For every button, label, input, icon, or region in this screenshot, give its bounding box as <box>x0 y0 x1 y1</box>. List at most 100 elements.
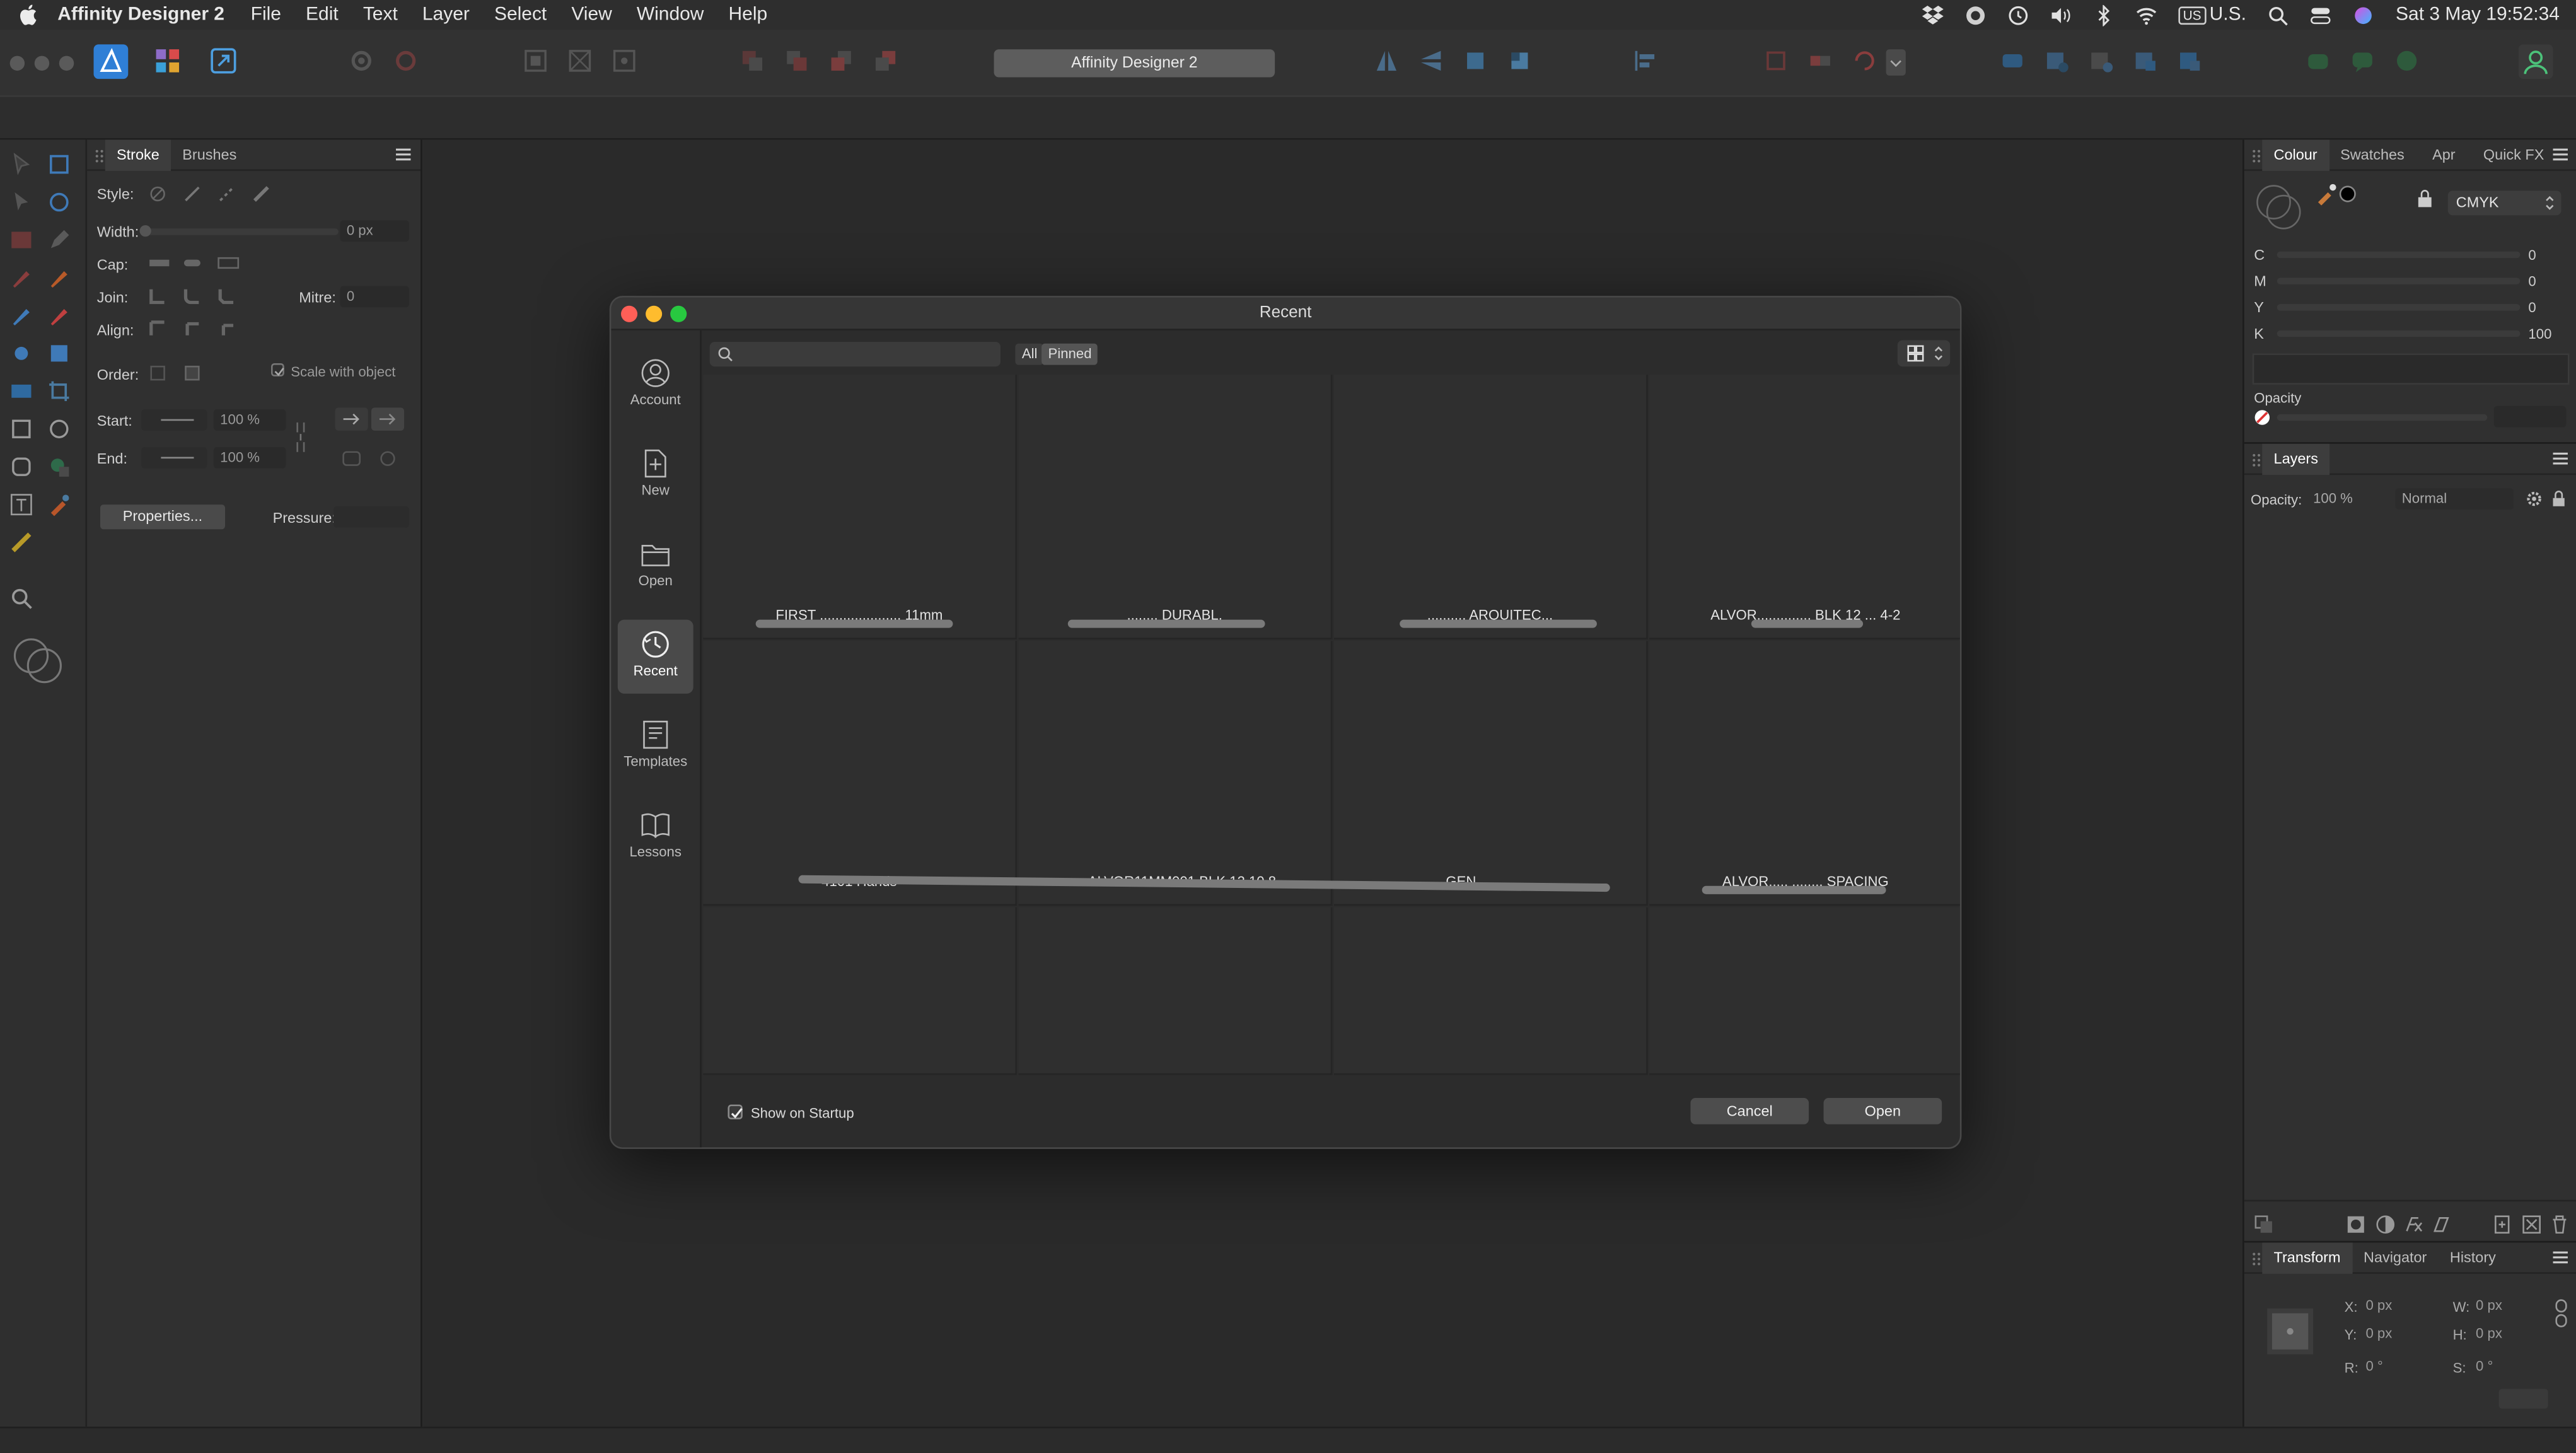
menu-view[interactable]: View <box>571 5 612 25</box>
recent-file-tile[interactable]: 4101 Hands <box>703 641 1018 906</box>
align-icon[interactable] <box>1632 46 1661 76</box>
recent-file-tile[interactable]: GEN............... <box>1333 641 1648 906</box>
tab-swatches[interactable]: Swatches <box>2329 139 2416 170</box>
no-color-icon[interactable] <box>2254 409 2270 426</box>
insert-bottom-icon[interactable] <box>2175 46 2205 76</box>
sidebar-item-new[interactable]: New <box>618 439 693 513</box>
transform-options-button[interactable] <box>2498 1389 2548 1409</box>
y-field[interactable]: 0 px <box>2359 1323 2428 1345</box>
stroke-front-icon[interactable] <box>182 363 202 383</box>
volume-icon[interactable] <box>2050 4 2072 26</box>
geometry-subtract-icon[interactable] <box>1806 46 1835 76</box>
snapping-icon[interactable] <box>391 46 421 76</box>
menu-window[interactable]: Window <box>637 5 704 25</box>
rotate-right-icon[interactable] <box>1505 46 1535 76</box>
menu-clock[interactable]: Sat 3 May 19:52:34 <box>2396 5 2560 25</box>
arrange-front-icon[interactable] <box>871 46 900 76</box>
recent-file-tile[interactable] <box>1018 907 1333 1075</box>
fill-stroke-wells[interactable] <box>2254 182 2303 231</box>
align-center-stroke-icon[interactable] <box>148 319 168 339</box>
layer-opacity-field[interactable]: 100 % <box>2307 488 2366 510</box>
bluetooth-icon[interactable] <box>2092 4 2114 26</box>
panel-menu-icon[interactable] <box>2553 1251 2568 1264</box>
anchor-point-selector[interactable] <box>2267 1308 2314 1355</box>
recent-file-tile[interactable] <box>1649 907 1960 1075</box>
end-arrowhead-select[interactable] <box>141 446 207 469</box>
channel-m-value[interactable]: 0 <box>2528 273 2536 289</box>
panel-grip-icon[interactable] <box>2251 139 2262 170</box>
current-color-swatch[interactable] <box>2339 185 2356 202</box>
recent-file-tile[interactable] <box>703 907 1018 1075</box>
sidebar-item-lessons[interactable]: Lessons <box>618 800 693 874</box>
mitre-field[interactable]: 0 <box>340 286 409 308</box>
transform-bounds-icon[interactable] <box>565 46 595 76</box>
properties-button[interactable]: Properties... <box>100 505 226 530</box>
sidebar-item-open[interactable]: Open <box>618 529 693 603</box>
fill-stroke-swatch[interactable] <box>10 636 69 686</box>
place-image-icon[interactable] <box>10 342 33 365</box>
insert-behind-icon[interactable] <box>2086 46 2116 76</box>
transform-objects-icon[interactable] <box>521 46 550 76</box>
panel-grip-icon[interactable] <box>2251 443 2262 474</box>
no-stroke-icon[interactable] <box>148 184 168 204</box>
miter-join-icon[interactable] <box>148 286 168 306</box>
document-title[interactable]: Affinity Designer 2 <box>994 49 1275 78</box>
channel-y-slider[interactable] <box>2277 304 2521 311</box>
recent-file-tile[interactable]: FIRST ..................... 11mm <box>703 375 1018 639</box>
layer-lock-icon[interactable] <box>2551 490 2566 508</box>
corner-tool-icon[interactable] <box>48 190 71 213</box>
image-tool-icon[interactable] <box>10 380 33 402</box>
channel-k-value[interactable]: 100 <box>2528 325 2551 342</box>
flip-horizontal-icon[interactable] <box>1372 46 1401 76</box>
insert-inside-icon[interactable] <box>2042 46 2072 76</box>
spotlight-search-icon[interactable] <box>2268 4 2289 26</box>
tab-layers[interactable]: Layers <box>2262 443 2330 474</box>
start-scale-field[interactable]: 100 % <box>213 409 286 431</box>
menu-help[interactable]: Help <box>729 5 768 25</box>
channel-c-slider[interactable] <box>2277 251 2521 259</box>
window-zoom-button[interactable] <box>59 55 74 71</box>
show-on-startup-checkbox[interactable] <box>728 1104 743 1119</box>
arrange-backward-icon[interactable] <box>782 46 811 76</box>
align-outside-stroke-icon[interactable] <box>217 319 236 339</box>
insert-top-icon[interactable] <box>2131 46 2161 76</box>
h-field[interactable]: 0 px <box>2469 1323 2545 1345</box>
menu-text[interactable]: Text <box>363 5 398 25</box>
group-layers-icon[interactable] <box>2522 1215 2541 1234</box>
color-model-select[interactable]: CMYK <box>2447 190 2561 216</box>
bevel-join-icon[interactable] <box>217 286 236 306</box>
dialog-minimize-button[interactable] <box>646 305 663 322</box>
start-arrowhead-select[interactable] <box>141 409 207 431</box>
view-mode-toggle[interactable] <box>1897 340 1951 367</box>
opacity-field[interactable] <box>2493 406 2567 428</box>
crop-tool-icon[interactable] <box>48 380 71 402</box>
recent-file-tile[interactable]: ALVOR.............. BLK 12 ... 4-2 <box>1649 375 1960 639</box>
share-icon[interactable] <box>2392 46 2422 76</box>
dropbox-icon[interactable] <box>1922 4 1944 26</box>
menu-edit[interactable]: Edit <box>306 5 339 25</box>
account-icon[interactable] <box>2518 44 2553 79</box>
designer-persona-icon[interactable] <box>93 44 129 79</box>
recent-file-tile[interactable]: ALVOR..... ........ SPACING <box>1649 641 1960 906</box>
tab-quick-fx[interactable]: Quick FX <box>2472 139 2556 170</box>
delete-layer-icon[interactable] <box>2550 1215 2569 1234</box>
vector-brush-icon[interactable] <box>10 266 33 289</box>
flip-vertical-icon[interactable] <box>1416 46 1446 76</box>
zoom-tool-icon[interactable] <box>10 586 33 609</box>
panel-menu-icon[interactable] <box>2553 452 2568 465</box>
link-arrowheads-icon[interactable] <box>291 419 310 455</box>
ellipse-tool-icon[interactable] <box>48 417 71 440</box>
recent-file-tile[interactable] <box>1333 907 1648 1075</box>
dialog-zoom-button[interactable] <box>670 305 687 322</box>
pen-tool-icon[interactable] <box>10 228 33 251</box>
tab-history[interactable]: History <box>2439 1242 2507 1273</box>
filter-all[interactable]: All <box>1015 343 1044 365</box>
recent-file-tile[interactable]: ... ALVOR11MM001 BLK 12 10 8 <box>1018 641 1333 906</box>
window-minimize-button[interactable] <box>34 55 50 71</box>
tab-stroke[interactable]: Stroke <box>105 139 171 170</box>
channel-k-slider[interactable] <box>2277 330 2521 337</box>
square-cap-icon[interactable] <box>217 253 240 272</box>
artboard-tool-icon[interactable] <box>48 153 71 175</box>
fx-icon[interactable] <box>2403 1215 2423 1234</box>
butt-cap-icon[interactable] <box>148 253 171 272</box>
